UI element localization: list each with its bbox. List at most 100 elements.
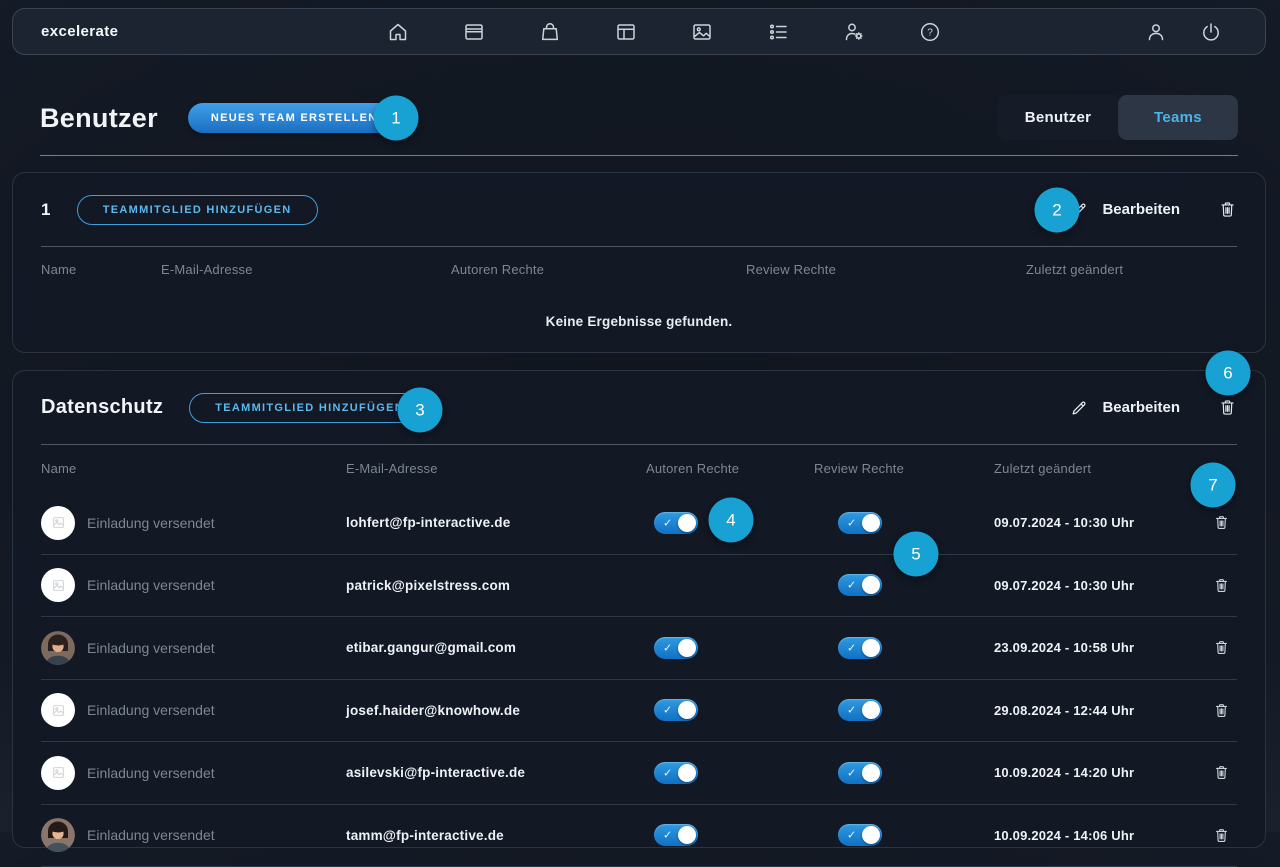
team-card-datenschutz: Datenschutz TEAMMITGLIED HINZUFÜGEN Bear… <box>12 370 1266 848</box>
brand-logo[interactable]: excelerate <box>41 9 118 54</box>
user-icon[interactable] <box>1144 20 1168 44</box>
view-tabs: Benutzer Teams <box>998 95 1238 140</box>
member-row: Einladung versendet josef.haider@knowhow… <box>41 680 1237 743</box>
author-rights-toggle[interactable] <box>654 699 698 721</box>
member-row: Einladung versendet asilevski@fp-interac… <box>41 742 1237 805</box>
page-header: Benutzer NEUES TEAM ERSTELLEN <box>40 94 401 142</box>
delete-team-button[interactable] <box>1218 200 1237 219</box>
edit-team-button[interactable]: Bearbeiten <box>1070 398 1180 417</box>
review-rights-toggle[interactable] <box>838 574 882 596</box>
delete-team-button[interactable] <box>1218 398 1237 417</box>
review-rights-toggle[interactable] <box>838 824 882 846</box>
help-icon[interactable]: ? <box>918 20 942 44</box>
team-card-1: 1 TEAMMITGLIED HINZUFÜGEN Bearbeiten Nam… <box>12 172 1266 353</box>
last-changed: 23.09.2024 - 10:58 Uhr <box>994 640 1201 655</box>
col-name: Name <box>41 461 346 476</box>
member-row: Einladung versendet etibar.gangur@gmail.… <box>41 617 1237 680</box>
invite-status: Einladung versendet <box>87 827 215 843</box>
annotation-badge-6: 6 <box>1206 351 1251 396</box>
tab-teams[interactable]: Teams <box>1118 95 1238 140</box>
home-icon[interactable] <box>386 20 410 44</box>
col-name: Name <box>41 262 161 277</box>
col-review-rights: Review Rechte <box>814 461 994 476</box>
edit-team-button[interactable]: Bearbeiten <box>1070 200 1180 219</box>
review-rights-toggle[interactable] <box>838 699 882 721</box>
invite-status: Einladung versendet <box>87 577 215 593</box>
annotation-badge-1: 1 <box>374 96 419 141</box>
avatar <box>41 693 75 727</box>
team-datenschutz-header: Datenschutz TEAMMITGLIED HINZUFÜGEN Bear… <box>41 371 1237 445</box>
member-row: Einladung versendet tamm@fp-interactive.… <box>41 805 1237 867</box>
avatar <box>41 631 75 665</box>
annotation-badge-7: 7 <box>1191 463 1236 508</box>
empty-state-message: Keine Ergebnisse gefunden. <box>41 291 1237 351</box>
last-changed: 09.07.2024 - 10:30 Uhr <box>994 515 1201 530</box>
team-1-column-headers: Name E-Mail-Adresse Autoren Rechte Revie… <box>41 247 1237 291</box>
col-author-rights: Autoren Rechte <box>646 461 814 476</box>
col-author-rights: Autoren Rechte <box>451 262 746 277</box>
team-name: Datenschutz <box>41 396 163 419</box>
annotation-badge-5: 5 <box>894 532 939 577</box>
layout-icon[interactable] <box>614 20 638 44</box>
invite-status: Einladung versendet <box>87 640 215 656</box>
col-last-changed: Zuletzt geändert <box>1026 262 1237 277</box>
annotation-badge-2: 2 <box>1035 188 1080 233</box>
archive-icon[interactable] <box>462 20 486 44</box>
edit-label: Bearbeiten <box>1102 201 1180 218</box>
author-rights-toggle[interactable] <box>654 637 698 659</box>
delete-member-button[interactable] <box>1213 827 1230 844</box>
review-rights-toggle[interactable] <box>838 637 882 659</box>
col-last-changed: Zuletzt geändert <box>994 461 1201 476</box>
delete-member-button[interactable] <box>1213 514 1230 531</box>
col-email: E-Mail-Adresse <box>161 262 451 277</box>
delete-member-button[interactable] <box>1213 577 1230 594</box>
author-rights-toggle[interactable] <box>654 512 698 534</box>
tab-benutzer[interactable]: Benutzer <box>998 95 1118 140</box>
delete-member-button[interactable] <box>1213 702 1230 719</box>
user-settings-icon[interactable] <box>842 20 866 44</box>
avatar <box>41 506 75 540</box>
member-email: patrick@pixelstress.com <box>346 578 646 593</box>
avatar <box>41 756 75 790</box>
col-review-rights: Review Rechte <box>746 262 1026 277</box>
invite-status: Einladung versendet <box>87 702 215 718</box>
team-datenschutz-column-headers: Name E-Mail-Adresse Autoren Rechte Revie… <box>41 445 1237 492</box>
add-member-button[interactable]: TEAMMITGLIED HINZUFÜGEN <box>189 393 430 423</box>
header-divider <box>40 155 1238 156</box>
power-icon[interactable] <box>1199 20 1223 44</box>
nav-menu: ? <box>386 9 942 54</box>
last-changed: 29.08.2024 - 12:44 Uhr <box>994 703 1201 718</box>
member-row: Einladung versendet patrick@pixelstress.… <box>41 555 1237 618</box>
last-changed: 09.07.2024 - 10:30 Uhr <box>994 578 1201 593</box>
add-member-button[interactable]: TEAMMITGLIED HINZUFÜGEN <box>77 195 318 225</box>
member-email: asilevski@fp-interactive.de <box>346 765 646 780</box>
annotation-badge-3: 3 <box>398 388 443 433</box>
create-team-button[interactable]: NEUES TEAM ERSTELLEN <box>188 103 401 133</box>
member-email: josef.haider@knowhow.de <box>346 703 646 718</box>
author-rights-toggle[interactable] <box>654 762 698 784</box>
col-email: E-Mail-Adresse <box>346 461 646 476</box>
member-email: etibar.gangur@gmail.com <box>346 640 646 655</box>
review-rights-toggle[interactable] <box>838 762 882 784</box>
pencil-icon <box>1070 398 1089 417</box>
nav-user-area <box>1144 9 1223 54</box>
shopping-bag-icon[interactable] <box>538 20 562 44</box>
team-name: 1 <box>41 200 51 220</box>
member-email: tamm@fp-interactive.de <box>346 828 646 843</box>
review-rights-toggle[interactable] <box>838 512 882 534</box>
annotation-badge-4: 4 <box>709 498 754 543</box>
delete-member-button[interactable] <box>1213 764 1230 781</box>
edit-label: Bearbeiten <box>1102 399 1180 416</box>
member-email: lohfert@fp-interactive.de <box>346 515 646 530</box>
author-rights-toggle[interactable] <box>654 824 698 846</box>
last-changed: 10.09.2024 - 14:20 Uhr <box>994 765 1201 780</box>
checklist-icon[interactable] <box>766 20 790 44</box>
page-title: Benutzer <box>40 103 158 134</box>
avatar <box>41 568 75 602</box>
top-navbar: excelerate ? <box>12 8 1266 55</box>
delete-member-button[interactable] <box>1213 639 1230 656</box>
member-row: Einladung versendet lohfert@fp-interacti… <box>41 492 1237 555</box>
image-icon[interactable] <box>690 20 714 44</box>
svg-text:?: ? <box>927 27 933 38</box>
last-changed: 10.09.2024 - 14:06 Uhr <box>994 828 1201 843</box>
